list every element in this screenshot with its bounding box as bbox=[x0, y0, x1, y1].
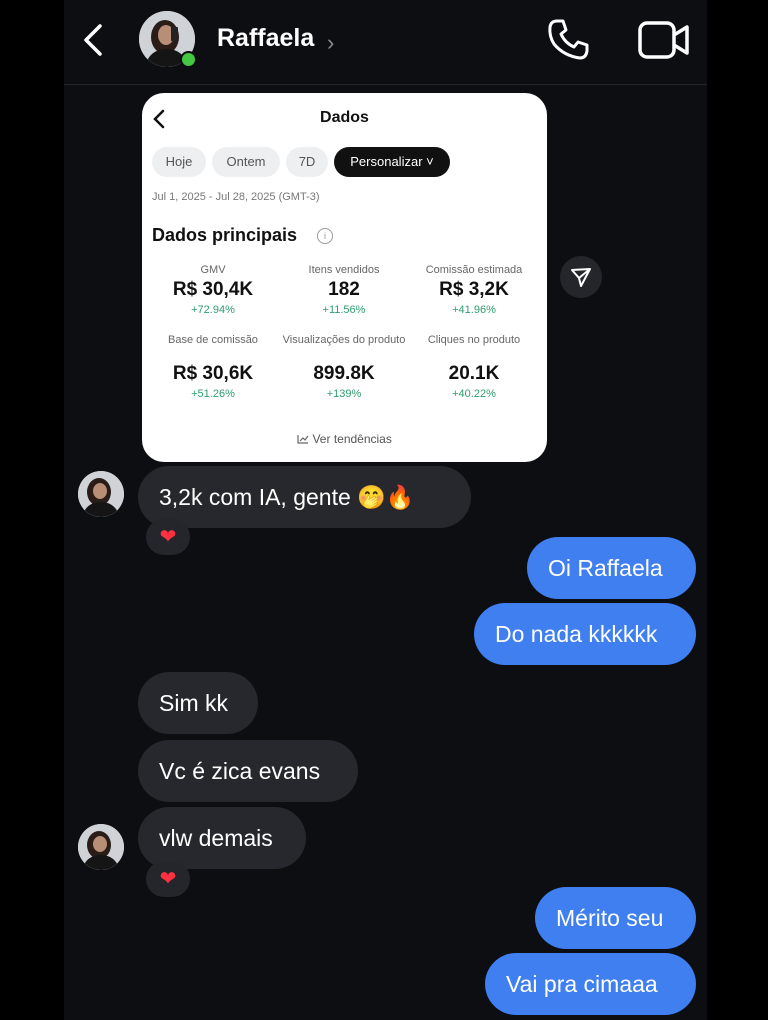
avatar-photo bbox=[78, 824, 124, 870]
metric-delta: +72.94% bbox=[191, 304, 235, 316]
message-bubble-incoming[interactable]: Vc é zica evans bbox=[138, 740, 358, 802]
metric-delta: +40.22% bbox=[452, 388, 496, 400]
metric-value: R$ 3,2K bbox=[439, 279, 509, 300]
shared-analytics-card[interactable]: Dados Hoje Ontem 7D Personalizar ˅ Jul 1… bbox=[142, 93, 547, 462]
phone-icon[interactable] bbox=[544, 16, 592, 64]
message-bubble-outgoing[interactable]: Mérito seu bbox=[535, 887, 696, 949]
sender-avatar[interactable] bbox=[78, 824, 124, 870]
card-title: Dados bbox=[320, 109, 369, 126]
metric-cliques: Cliques no produto 20.1K +40.22% bbox=[409, 333, 539, 400]
message-bubble-incoming[interactable]: Sim kk bbox=[138, 672, 258, 734]
message-bubble-incoming[interactable]: 3,2k com IA, gente 🤭🔥 bbox=[138, 466, 471, 528]
metric-value: R$ 30,4K bbox=[172, 279, 254, 300]
metric-base-comissao: Base de comissão R$ 30,6K +51.26% bbox=[148, 333, 278, 400]
contact-avatar[interactable] bbox=[139, 11, 197, 68]
trend-link-label: Ver tendências bbox=[312, 432, 392, 446]
message-bubble-outgoing[interactable]: Do nada kkkkkk bbox=[474, 603, 696, 665]
metric-label: Base de comissão bbox=[168, 334, 258, 346]
message-bubble-outgoing[interactable]: Vai pra cimaaa bbox=[485, 953, 696, 1015]
trend-chart-icon bbox=[297, 435, 309, 444]
metric-delta: +41.96% bbox=[452, 304, 496, 316]
metric-delta: +139% bbox=[326, 388, 362, 400]
chevron-right-icon[interactable]: › bbox=[327, 30, 334, 56]
chat-screen: Raffaela › Dados Hoje Ontem 7D Personali… bbox=[64, 0, 707, 1020]
metric-comissao-estimada: Comissão estimada R$ 3,2K +41.96% bbox=[409, 263, 539, 316]
avatar-photo bbox=[78, 471, 124, 517]
metric-delta: +11.56% bbox=[322, 304, 366, 316]
metric-label: GMV bbox=[200, 264, 226, 276]
message-bubble-outgoing[interactable]: Oi Raffaela bbox=[527, 537, 696, 599]
pill-7d: 7D bbox=[286, 147, 328, 177]
info-icon: i bbox=[317, 228, 333, 244]
heart-reaction-icon[interactable]: ❤ bbox=[146, 519, 190, 555]
contact-name[interactable]: Raffaela bbox=[217, 24, 314, 53]
pill-personalizar: Personalizar ˅ bbox=[334, 147, 450, 177]
metric-label: Comissão estimada bbox=[425, 264, 523, 276]
online-status-dot bbox=[180, 51, 197, 68]
send-arrow-icon bbox=[571, 268, 591, 287]
metric-gmv: GMV R$ 30,4K +72.94% bbox=[148, 263, 278, 316]
metric-value: 20.1K bbox=[448, 363, 500, 384]
metric-label: Cliques no produto bbox=[427, 334, 521, 346]
pill-hoje: Hoje bbox=[152, 147, 206, 177]
metric-value: 899.8K bbox=[313, 363, 375, 384]
pill-ontem: Ontem bbox=[212, 147, 280, 177]
message-bubble-incoming[interactable]: vlw demais bbox=[138, 807, 306, 869]
sender-avatar[interactable] bbox=[78, 471, 124, 517]
metric-delta: +51.26% bbox=[191, 388, 235, 400]
metric-visualizacoes: Visualizações do produto 899.8K +139% bbox=[282, 333, 406, 400]
back-chevron-icon[interactable] bbox=[78, 22, 110, 58]
heart-reaction-icon[interactable]: ❤ bbox=[146, 861, 190, 897]
chat-header: Raffaela › bbox=[64, 0, 707, 85]
metric-label: Itens vendidos bbox=[308, 264, 380, 276]
date-range: Jul 1, 2025 - Jul 28, 2025 (GMT-3) bbox=[152, 191, 320, 203]
metric-itens-vendidos: Itens vendidos 182 +11.56% bbox=[279, 263, 409, 316]
video-camera-icon[interactable] bbox=[637, 19, 691, 61]
metric-value: 182 bbox=[328, 279, 360, 300]
section-title: Dados principais bbox=[152, 225, 298, 245]
trend-link: Ver tendências bbox=[142, 432, 547, 446]
share-button[interactable] bbox=[560, 256, 602, 298]
metric-value: R$ 30,6K bbox=[172, 363, 254, 384]
metric-label: Visualizações do produto bbox=[282, 334, 406, 346]
